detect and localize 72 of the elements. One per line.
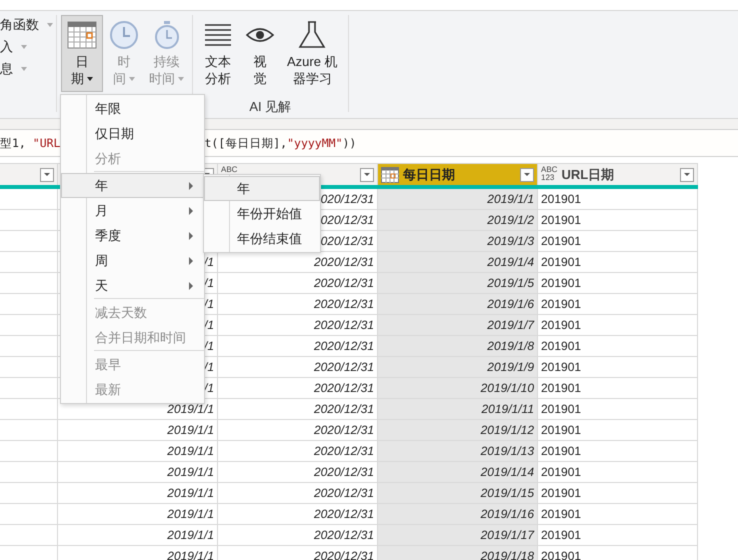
table-cell: 201901 [541, 213, 582, 227]
table-cell: 201901 [541, 402, 582, 416]
table-cell: 2020/12/31 [314, 507, 374, 521]
table-cell: 201901 [541, 276, 582, 290]
table-cell: 2019/1/10 [480, 381, 534, 395]
table-cell: 2019/1/1 [487, 192, 534, 206]
table-cell: 2019/1/1 [167, 528, 214, 542]
table-cell: 201901 [541, 528, 582, 542]
type-icon: ABC [221, 166, 238, 174]
table-cell: 2019/1/16 [480, 507, 534, 521]
table-cell: 2020/12/31 [314, 255, 374, 269]
table-cell: 2019/1/8 [487, 339, 534, 353]
table-cell: 020/12/31 [320, 213, 374, 227]
table-cell: 201901 [541, 549, 582, 560]
table-cell: 2019/1/1 [167, 507, 214, 521]
table-cell: 2020/12/31 [314, 465, 374, 479]
table-cell: 2019/1/15 [480, 486, 534, 500]
table-cell: 201901 [541, 507, 582, 521]
table-cell: 2020/12/31 [314, 360, 374, 374]
table-cell: 2019/1/18 [480, 549, 534, 560]
table-cell: 2020/12/31 [314, 318, 374, 332]
table-cell: 201901 [541, 360, 582, 374]
table-cell: 2019/1/1 [167, 465, 214, 479]
table-cell: 201901 [541, 318, 582, 332]
table-cell: 201901 [541, 297, 582, 311]
table-cell: 2019/1/1 [167, 402, 214, 416]
table-cell: 2020/12/31 [314, 339, 374, 353]
table-cell: 2019/1/1 [167, 423, 214, 437]
table-cell: 201901 [541, 444, 582, 458]
table-cell: 201901 [541, 255, 582, 269]
table-cell: 2019/1/5 [487, 276, 534, 290]
table-cell: 201901 [541, 423, 582, 437]
table-cell: 2019/1/9 [487, 360, 534, 374]
column-title: URL日期 [561, 166, 614, 184]
table-cell: 2019/1/12 [480, 423, 534, 437]
table-cell: 2019/1/3 [487, 234, 534, 248]
table-cell: 2019/1/4 [487, 255, 534, 269]
table-cell: 2019/1/17 [480, 528, 534, 542]
table-cell: 201901 [541, 465, 582, 479]
table-cell: 2020/12/31 [314, 276, 374, 290]
table-cell: 020/12/31 [320, 234, 374, 248]
table-cell: 2019/1/1 [167, 486, 214, 500]
formula-text: t([每日日期], [204, 136, 288, 150]
table-cell: 201901 [541, 486, 582, 500]
formula-text: "URL [32, 136, 60, 150]
table-cell: 2019/1/11 [482, 402, 534, 416]
table-cell: 201901 [541, 234, 582, 248]
column-title: 每日日期 [403, 166, 455, 184]
table-cell: 2019/1/14 [480, 465, 534, 479]
table-cell: 2020/12/31 [314, 423, 374, 437]
table-cell: 2020/12/31 [314, 549, 374, 560]
table-cell: 2019/1/6 [487, 297, 534, 311]
table-cell: 2020/12/31 [314, 297, 374, 311]
formula-text: 型1, [0, 136, 27, 150]
table-cell: 201901 [541, 381, 582, 395]
table-cell: 2019/1/2 [487, 213, 534, 227]
table-cell: 2019/1/1 [167, 444, 214, 458]
formula-text: "yyyyMM" [287, 136, 342, 150]
table-cell: 2020/12/31 [314, 486, 374, 500]
table-cell: 2020/12/31 [314, 528, 374, 542]
table-cell: 2019/1/7 [487, 318, 534, 332]
table-cell: 2019/1/1 [167, 549, 214, 560]
type-icon: ABC 123 [541, 166, 558, 182]
table-cell: 2020/12/31 [314, 402, 374, 416]
table-cell: 2019/1/13 [480, 444, 534, 458]
table-cell: 201901 [541, 192, 582, 206]
table-cell: 020/12/31 [320, 192, 374, 206]
group-label: AI 见解 [249, 98, 292, 116]
table-cell: 2020/12/31 [314, 381, 374, 395]
table-cell: 2020/12/31 [314, 444, 374, 458]
formula-text: )) [342, 136, 356, 150]
table-cell: 201901 [541, 339, 582, 353]
